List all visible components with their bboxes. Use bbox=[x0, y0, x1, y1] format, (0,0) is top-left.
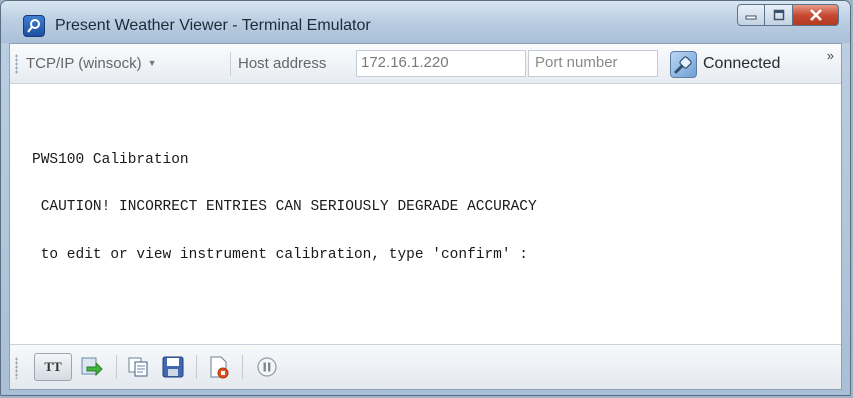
connection-toolbar: TCP/IP (winsock) ▼ Host address 172.16.1.… bbox=[10, 44, 841, 84]
toolbar-divider bbox=[116, 355, 117, 379]
app-window: Present Weather Viewer - Terminal Emulat… bbox=[0, 0, 851, 396]
port-number-field[interactable]: Port number bbox=[528, 50, 658, 77]
save-button[interactable] bbox=[160, 354, 186, 380]
terminal-output[interactable]: PWS100 Calibration CAUTION! INCORRECT EN… bbox=[10, 84, 841, 346]
toolbar-divider bbox=[196, 355, 197, 379]
new-log-button[interactable] bbox=[206, 354, 232, 380]
document-stop-icon bbox=[210, 356, 229, 379]
title-bar[interactable]: Present Weather Viewer - Terminal Emulat… bbox=[1, 1, 850, 43]
close-icon bbox=[809, 9, 822, 21]
minimize-button[interactable] bbox=[737, 4, 765, 26]
toolbar-divider bbox=[242, 355, 243, 379]
terminal-line: to edit or view instrument calibration, … bbox=[32, 247, 528, 263]
toolbar-grip[interactable] bbox=[15, 357, 18, 379]
copy-icon bbox=[128, 357, 148, 377]
pause-icon bbox=[257, 357, 277, 377]
terminal-line: CAUTION! INCORRECT ENTRIES CAN SERIOUSLY… bbox=[32, 199, 537, 215]
toolbar-grip[interactable] bbox=[15, 54, 18, 74]
minimize-icon bbox=[745, 15, 757, 20]
protocol-dropdown[interactable]: TCP/IP (winsock) ▼ bbox=[26, 55, 157, 72]
maximize-button[interactable] bbox=[765, 4, 793, 26]
host-address-field[interactable]: 172.16.1.220 bbox=[356, 50, 526, 77]
font-toggle-button[interactable]: TT bbox=[34, 353, 72, 381]
copy-button[interactable] bbox=[126, 354, 152, 380]
bottom-toolbar: TT bbox=[10, 344, 841, 389]
close-button[interactable] bbox=[793, 4, 839, 26]
host-address-label: Host address bbox=[238, 55, 327, 72]
connect-status-label: Connected bbox=[703, 55, 781, 72]
window-title: Present Weather Viewer - Terminal Emulat… bbox=[55, 17, 371, 34]
client-area: TCP/IP (winsock) ▼ Host address 172.16.1.… bbox=[9, 43, 842, 390]
connect-button[interactable]: Connected bbox=[670, 49, 780, 79]
chevron-down-icon: ▼ bbox=[147, 58, 157, 68]
toolbar-overflow-button[interactable]: » bbox=[827, 48, 834, 63]
send-file-icon bbox=[81, 357, 103, 377]
app-icon[interactable] bbox=[23, 15, 45, 37]
maximize-icon bbox=[773, 9, 784, 21]
protocol-label: TCP/IP (winsock) bbox=[26, 55, 142, 72]
window-controls bbox=[737, 4, 839, 28]
send-file-button[interactable] bbox=[78, 354, 104, 380]
plug-icon bbox=[670, 50, 697, 78]
toolbar-divider bbox=[230, 52, 231, 76]
pause-button[interactable] bbox=[254, 354, 280, 380]
save-icon bbox=[162, 356, 184, 378]
terminal-line: PWS100 Calibration bbox=[32, 152, 189, 168]
